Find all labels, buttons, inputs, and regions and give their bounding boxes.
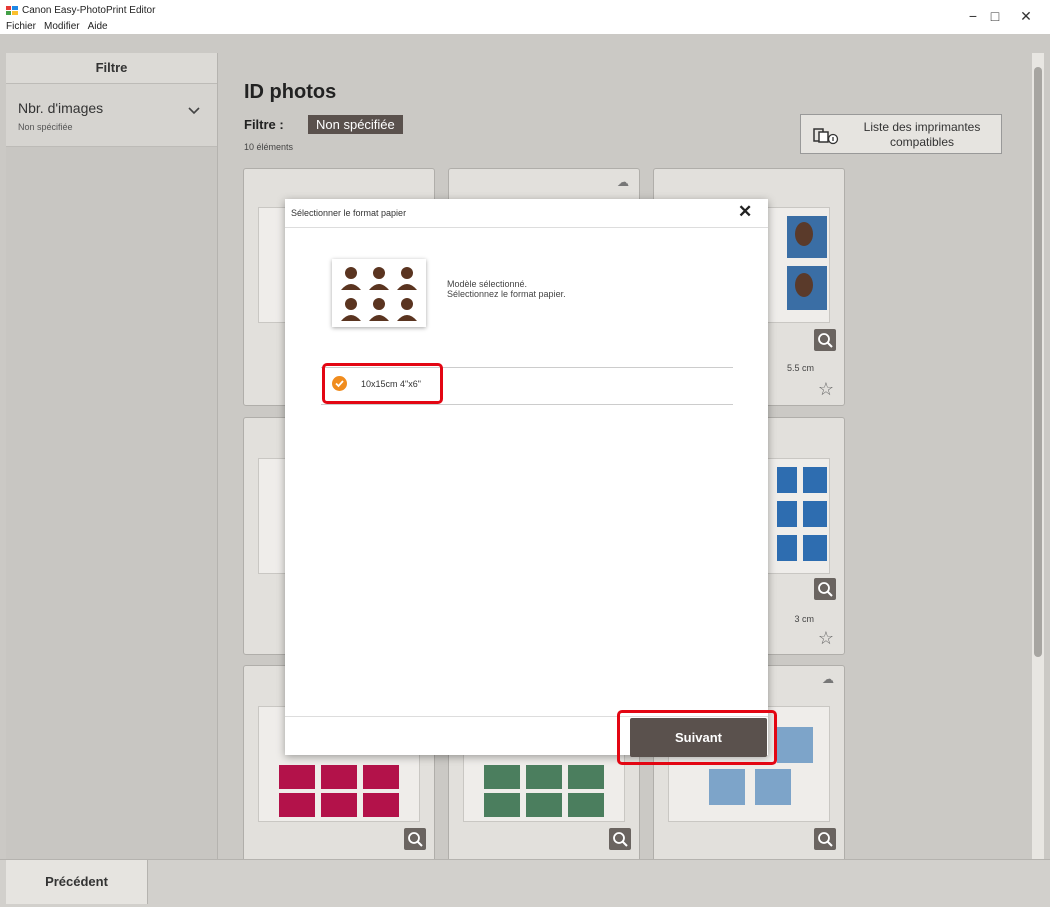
id-photo-preview-icon xyxy=(341,267,417,321)
filter-sidebar: Filtre Nbr. d'images Non spécifiée xyxy=(6,53,218,859)
menu-bar: Fichier Modifier Aide xyxy=(6,21,116,32)
app-logo-icon xyxy=(6,6,18,15)
filter-row-label: Filtre : xyxy=(244,117,284,132)
message-line2: Sélectionnez le format papier. xyxy=(447,289,566,299)
compatible-printers-label: Liste des imprimantes compatibles xyxy=(847,120,997,150)
page-title: ID photos xyxy=(244,81,337,103)
cloud-icon: ☁ xyxy=(617,175,629,189)
filter-chip[interactable]: Non spécifiée xyxy=(308,115,403,134)
minimize-button[interactable]: − xyxy=(963,8,983,24)
zoom-button[interactable] xyxy=(814,329,836,351)
footer-bar: Précédent xyxy=(0,859,1050,907)
paper-size-dialog: Sélectionner le format papier ✕ Modèle s… xyxy=(285,199,768,755)
magnifier-icon xyxy=(818,582,833,597)
chevron-down-icon xyxy=(188,107,200,115)
zoom-button[interactable] xyxy=(814,828,836,850)
compatible-printers-button[interactable]: Liste des imprimantes compatibles xyxy=(800,114,1002,154)
compat-line1: Liste des imprimantes xyxy=(863,120,981,134)
title-bar: Canon Easy-PhotoPrint Editor Fichier Modi… xyxy=(0,0,1050,34)
compat-line2: compatibles xyxy=(889,135,955,149)
next-button[interactable]: Suivant xyxy=(630,718,767,757)
sidebar-header: Filtre xyxy=(6,53,217,84)
template-preview xyxy=(332,259,426,327)
favorite-star-icon[interactable]: ☆ xyxy=(818,379,834,400)
printer-info-icon xyxy=(813,128,839,145)
dialog-close-button[interactable]: ✕ xyxy=(738,202,752,222)
message-line1: Modèle sélectionné. xyxy=(447,279,528,289)
item-count: 10 éléments xyxy=(244,142,294,152)
card-size-label: 3 cm xyxy=(794,614,814,624)
magnifier-icon xyxy=(613,832,628,847)
option-divider xyxy=(321,404,733,405)
dialog-header: Sélectionner le format papier ✕ xyxy=(285,199,768,228)
dialog-title: Sélectionner le format papier xyxy=(291,208,407,218)
option-highlight-frame xyxy=(322,363,443,404)
menu-aide[interactable]: Aide xyxy=(88,21,108,32)
filter-label: Nbr. d'images xyxy=(18,100,104,116)
zoom-button[interactable] xyxy=(814,578,836,600)
cloud-icon: ☁ xyxy=(822,672,834,686)
magnifier-icon xyxy=(818,333,833,348)
magnifier-icon xyxy=(818,832,833,847)
zoom-button[interactable] xyxy=(404,828,426,850)
filter-value: Non spécifiée xyxy=(18,122,73,132)
maximize-button[interactable]: □ xyxy=(985,8,1005,24)
selection-message: Modèle sélectionné. Sélectionnez le form… xyxy=(447,279,566,299)
close-window-button[interactable]: ✕ xyxy=(1016,8,1036,25)
menu-modifier[interactable]: Modifier xyxy=(44,21,80,32)
previous-button[interactable]: Précédent xyxy=(6,860,148,904)
zoom-button[interactable] xyxy=(609,828,631,850)
favorite-star-icon[interactable]: ☆ xyxy=(818,628,834,649)
scrollbar[interactable] xyxy=(1032,53,1044,859)
magnifier-icon xyxy=(408,832,423,847)
scrollbar-thumb[interactable] xyxy=(1034,67,1042,657)
filter-image-count[interactable]: Nbr. d'images Non spécifiée xyxy=(6,84,217,147)
card-size-label: 5.5 cm xyxy=(786,363,814,373)
menu-fichier[interactable]: Fichier xyxy=(6,21,36,32)
window-title: Canon Easy-PhotoPrint Editor xyxy=(22,5,156,16)
